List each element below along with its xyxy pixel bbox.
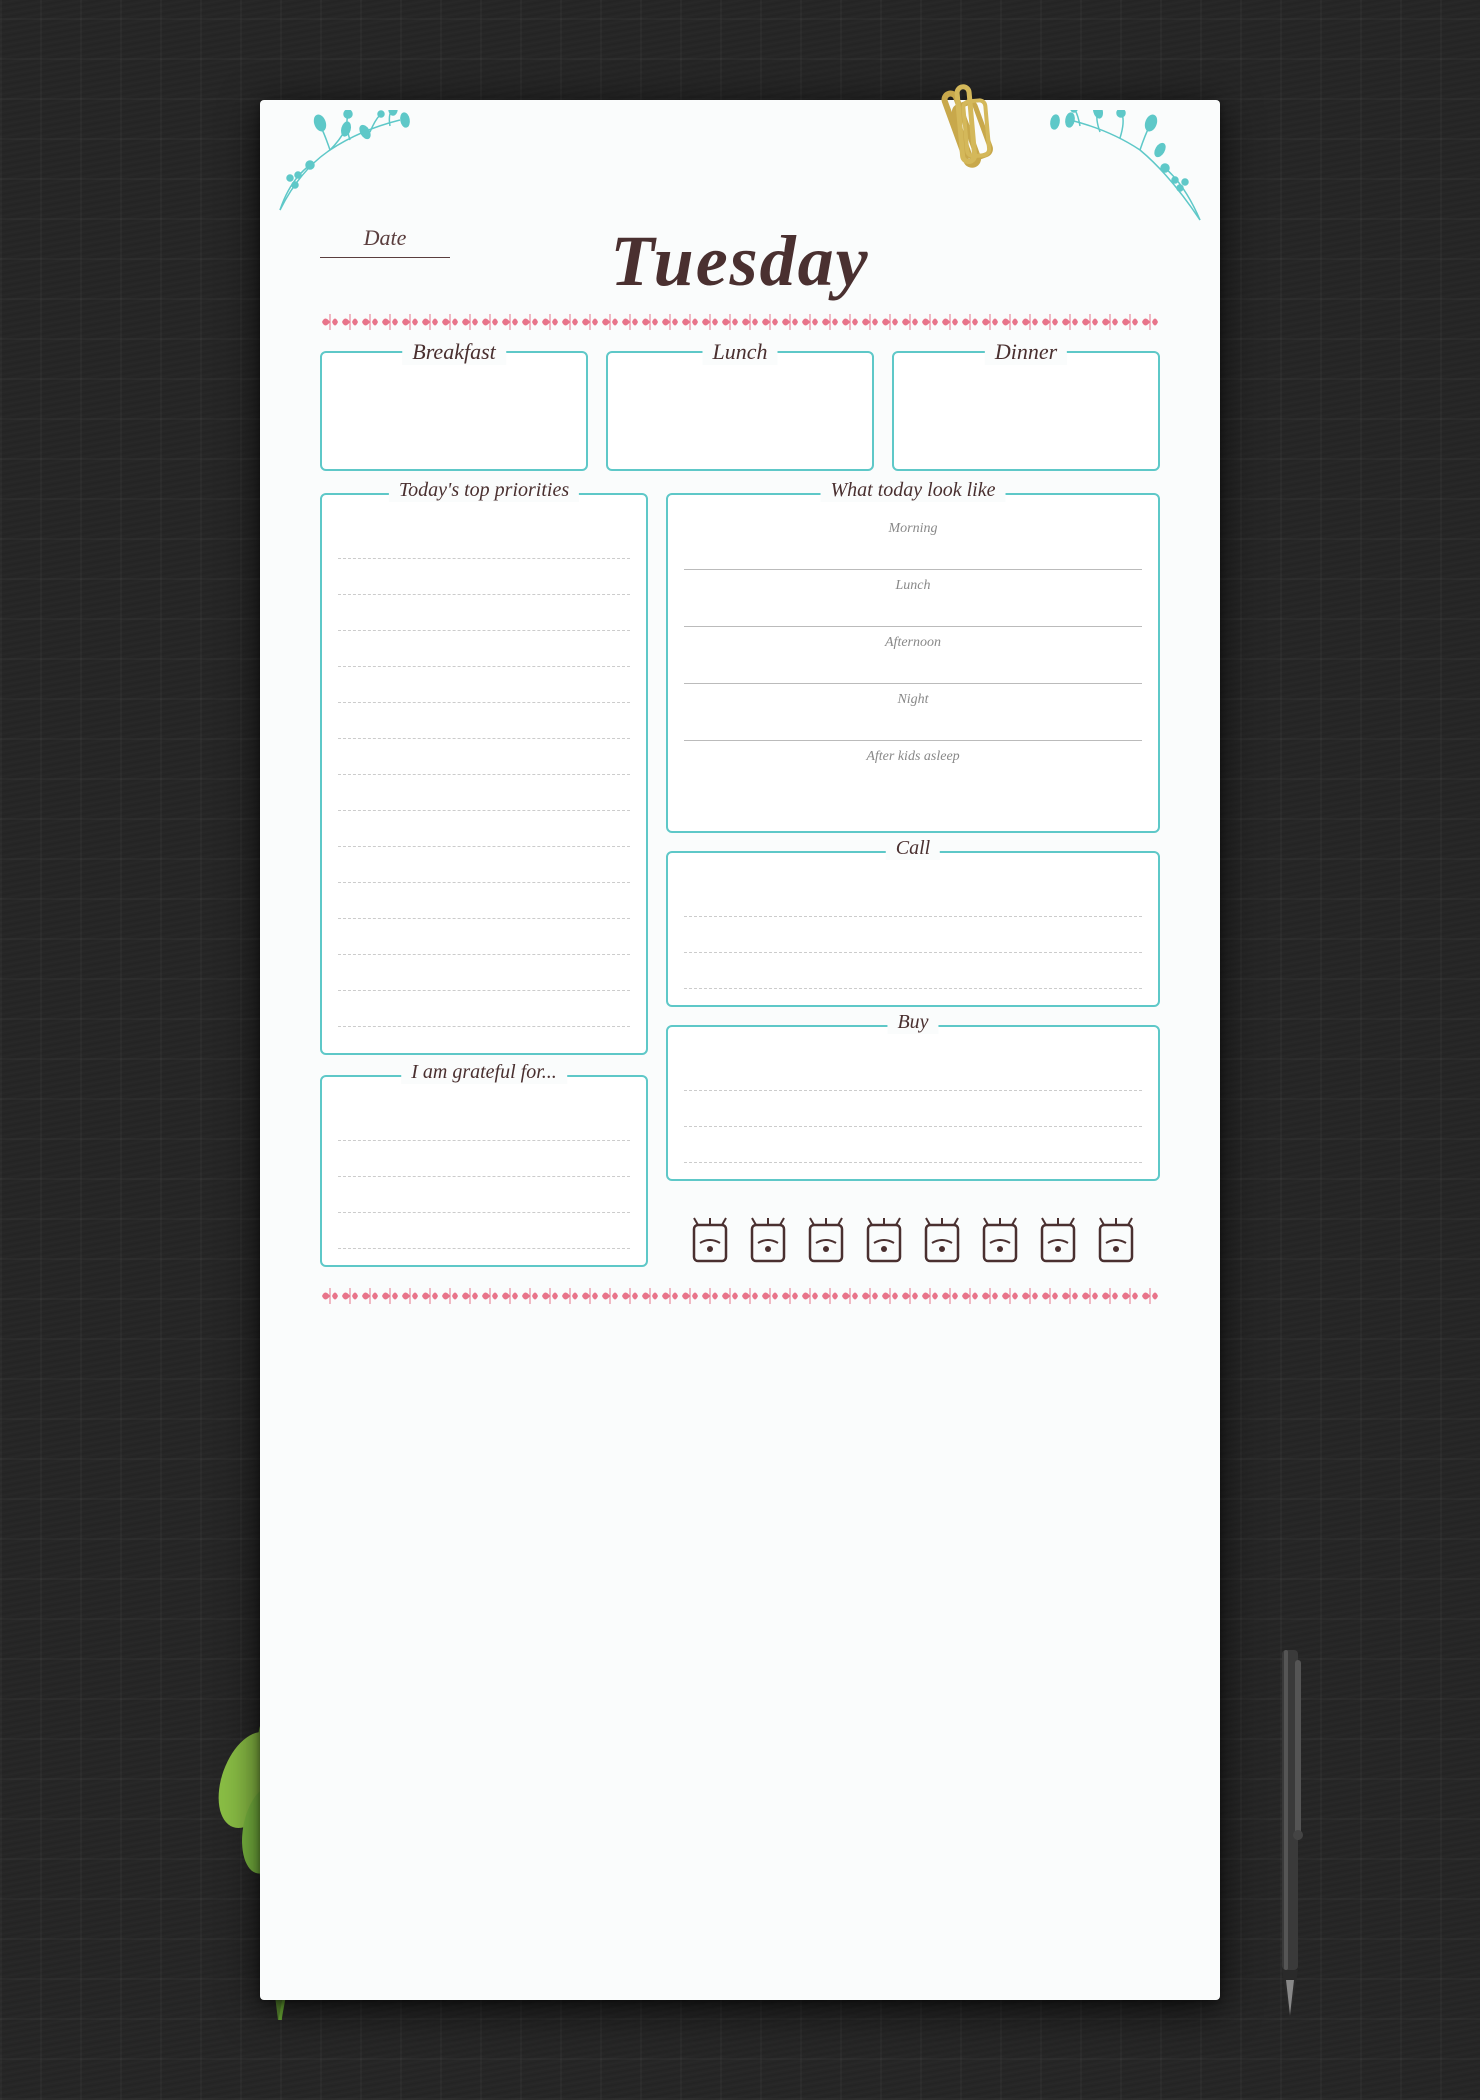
water-cup-1 (686, 1215, 734, 1267)
priority-line-3 (338, 595, 630, 631)
lunch-box: Lunch (606, 351, 874, 471)
lunch-section: Lunch (684, 578, 1142, 627)
morning-label: Morning (684, 521, 1142, 537)
paper: Date Tuesday Bre (260, 100, 1220, 2000)
pen-decoration (1260, 1640, 1320, 2040)
priority-line-8 (338, 775, 630, 811)
after-kids-label: After kids asleep (684, 749, 1142, 765)
today-label: What today look like (821, 479, 1006, 502)
buy-lines (684, 1055, 1142, 1163)
priority-line-13 (338, 955, 630, 991)
priority-line-10 (338, 847, 630, 883)
night-line (684, 740, 1142, 741)
priority-line-5 (338, 667, 630, 703)
water-cup-6 (976, 1215, 1024, 1267)
morning-section: Morning (684, 521, 1142, 570)
grateful-line-4 (338, 1213, 630, 1249)
today-section: What today look like Morning Lunch After… (666, 493, 1160, 833)
date-label: Date (320, 225, 450, 258)
priorities-lines (338, 523, 630, 1027)
pink-border-bottom (320, 1287, 1160, 1305)
call-line-3 (684, 953, 1142, 989)
priority-line-7 (338, 739, 630, 775)
priority-line-11 (338, 883, 630, 919)
lunch-line (684, 626, 1142, 627)
buy-line-1 (684, 1055, 1142, 1091)
priority-line-2 (338, 559, 630, 595)
priority-line-14 (338, 991, 630, 1027)
priority-line-4 (338, 631, 630, 667)
priorities-section: Today's top priorities (320, 493, 648, 1055)
water-cup-3 (802, 1215, 850, 1267)
morning-line (684, 569, 1142, 570)
grateful-line-2 (338, 1141, 630, 1177)
header: Date Tuesday (320, 140, 1160, 303)
buy-label: Buy (887, 1011, 938, 1034)
afternoon-label: Afternoon (684, 635, 1142, 651)
buy-section: Buy (666, 1025, 1160, 1181)
morning-space (684, 541, 1142, 569)
after-kids-section: After kids asleep (684, 749, 1142, 797)
buy-line-2 (684, 1091, 1142, 1127)
right-column: What today look like Morning Lunch After… (666, 493, 1160, 1267)
afternoon-section: Afternoon (684, 635, 1142, 684)
water-cup-2 (744, 1215, 792, 1267)
night-label: Night (684, 692, 1142, 708)
date-underline (320, 257, 450, 258)
left-column: Today's top priorities (320, 493, 648, 1267)
call-label: Call (886, 837, 940, 860)
water-tracker (666, 1215, 1160, 1267)
call-lines (684, 881, 1142, 989)
call-section: Call (666, 851, 1160, 1007)
meals-row: Breakfast Lunch Dinner (320, 351, 1160, 471)
priority-line-1 (338, 523, 630, 559)
main-content: Today's top priorities (320, 493, 1160, 1267)
water-cup-4 (860, 1215, 908, 1267)
priority-line-9 (338, 811, 630, 847)
grateful-label: I am grateful for... (401, 1061, 567, 1084)
priority-line-6 (338, 703, 630, 739)
priority-line-12 (338, 919, 630, 955)
call-line-1 (684, 881, 1142, 917)
lunch-label: Lunch (703, 339, 778, 365)
afternoon-space (684, 655, 1142, 683)
dinner-label: Dinner (985, 339, 1067, 365)
water-cup-8 (1092, 1215, 1140, 1267)
paperclip (940, 80, 1020, 170)
grateful-section: I am grateful for... (320, 1075, 648, 1267)
night-section: Night (684, 692, 1142, 741)
water-cup-5 (918, 1215, 966, 1267)
priorities-label: Today's top priorities (389, 479, 579, 502)
after-kids-space (684, 769, 1142, 797)
water-cup-7 (1034, 1215, 1082, 1267)
dinner-box: Dinner (892, 351, 1160, 471)
grateful-line-1 (338, 1105, 630, 1141)
breakfast-box: Breakfast (320, 351, 588, 471)
lunch-space (684, 598, 1142, 626)
lunch-time-label: Lunch (684, 578, 1142, 594)
buy-line-3 (684, 1127, 1142, 1163)
pink-border-top (320, 313, 1160, 331)
afternoon-line (684, 683, 1142, 684)
breakfast-label: Breakfast (402, 339, 506, 365)
date-text: Date (320, 225, 450, 251)
night-space (684, 712, 1142, 740)
call-line-2 (684, 917, 1142, 953)
grateful-lines (338, 1105, 630, 1249)
grateful-line-3 (338, 1177, 630, 1213)
